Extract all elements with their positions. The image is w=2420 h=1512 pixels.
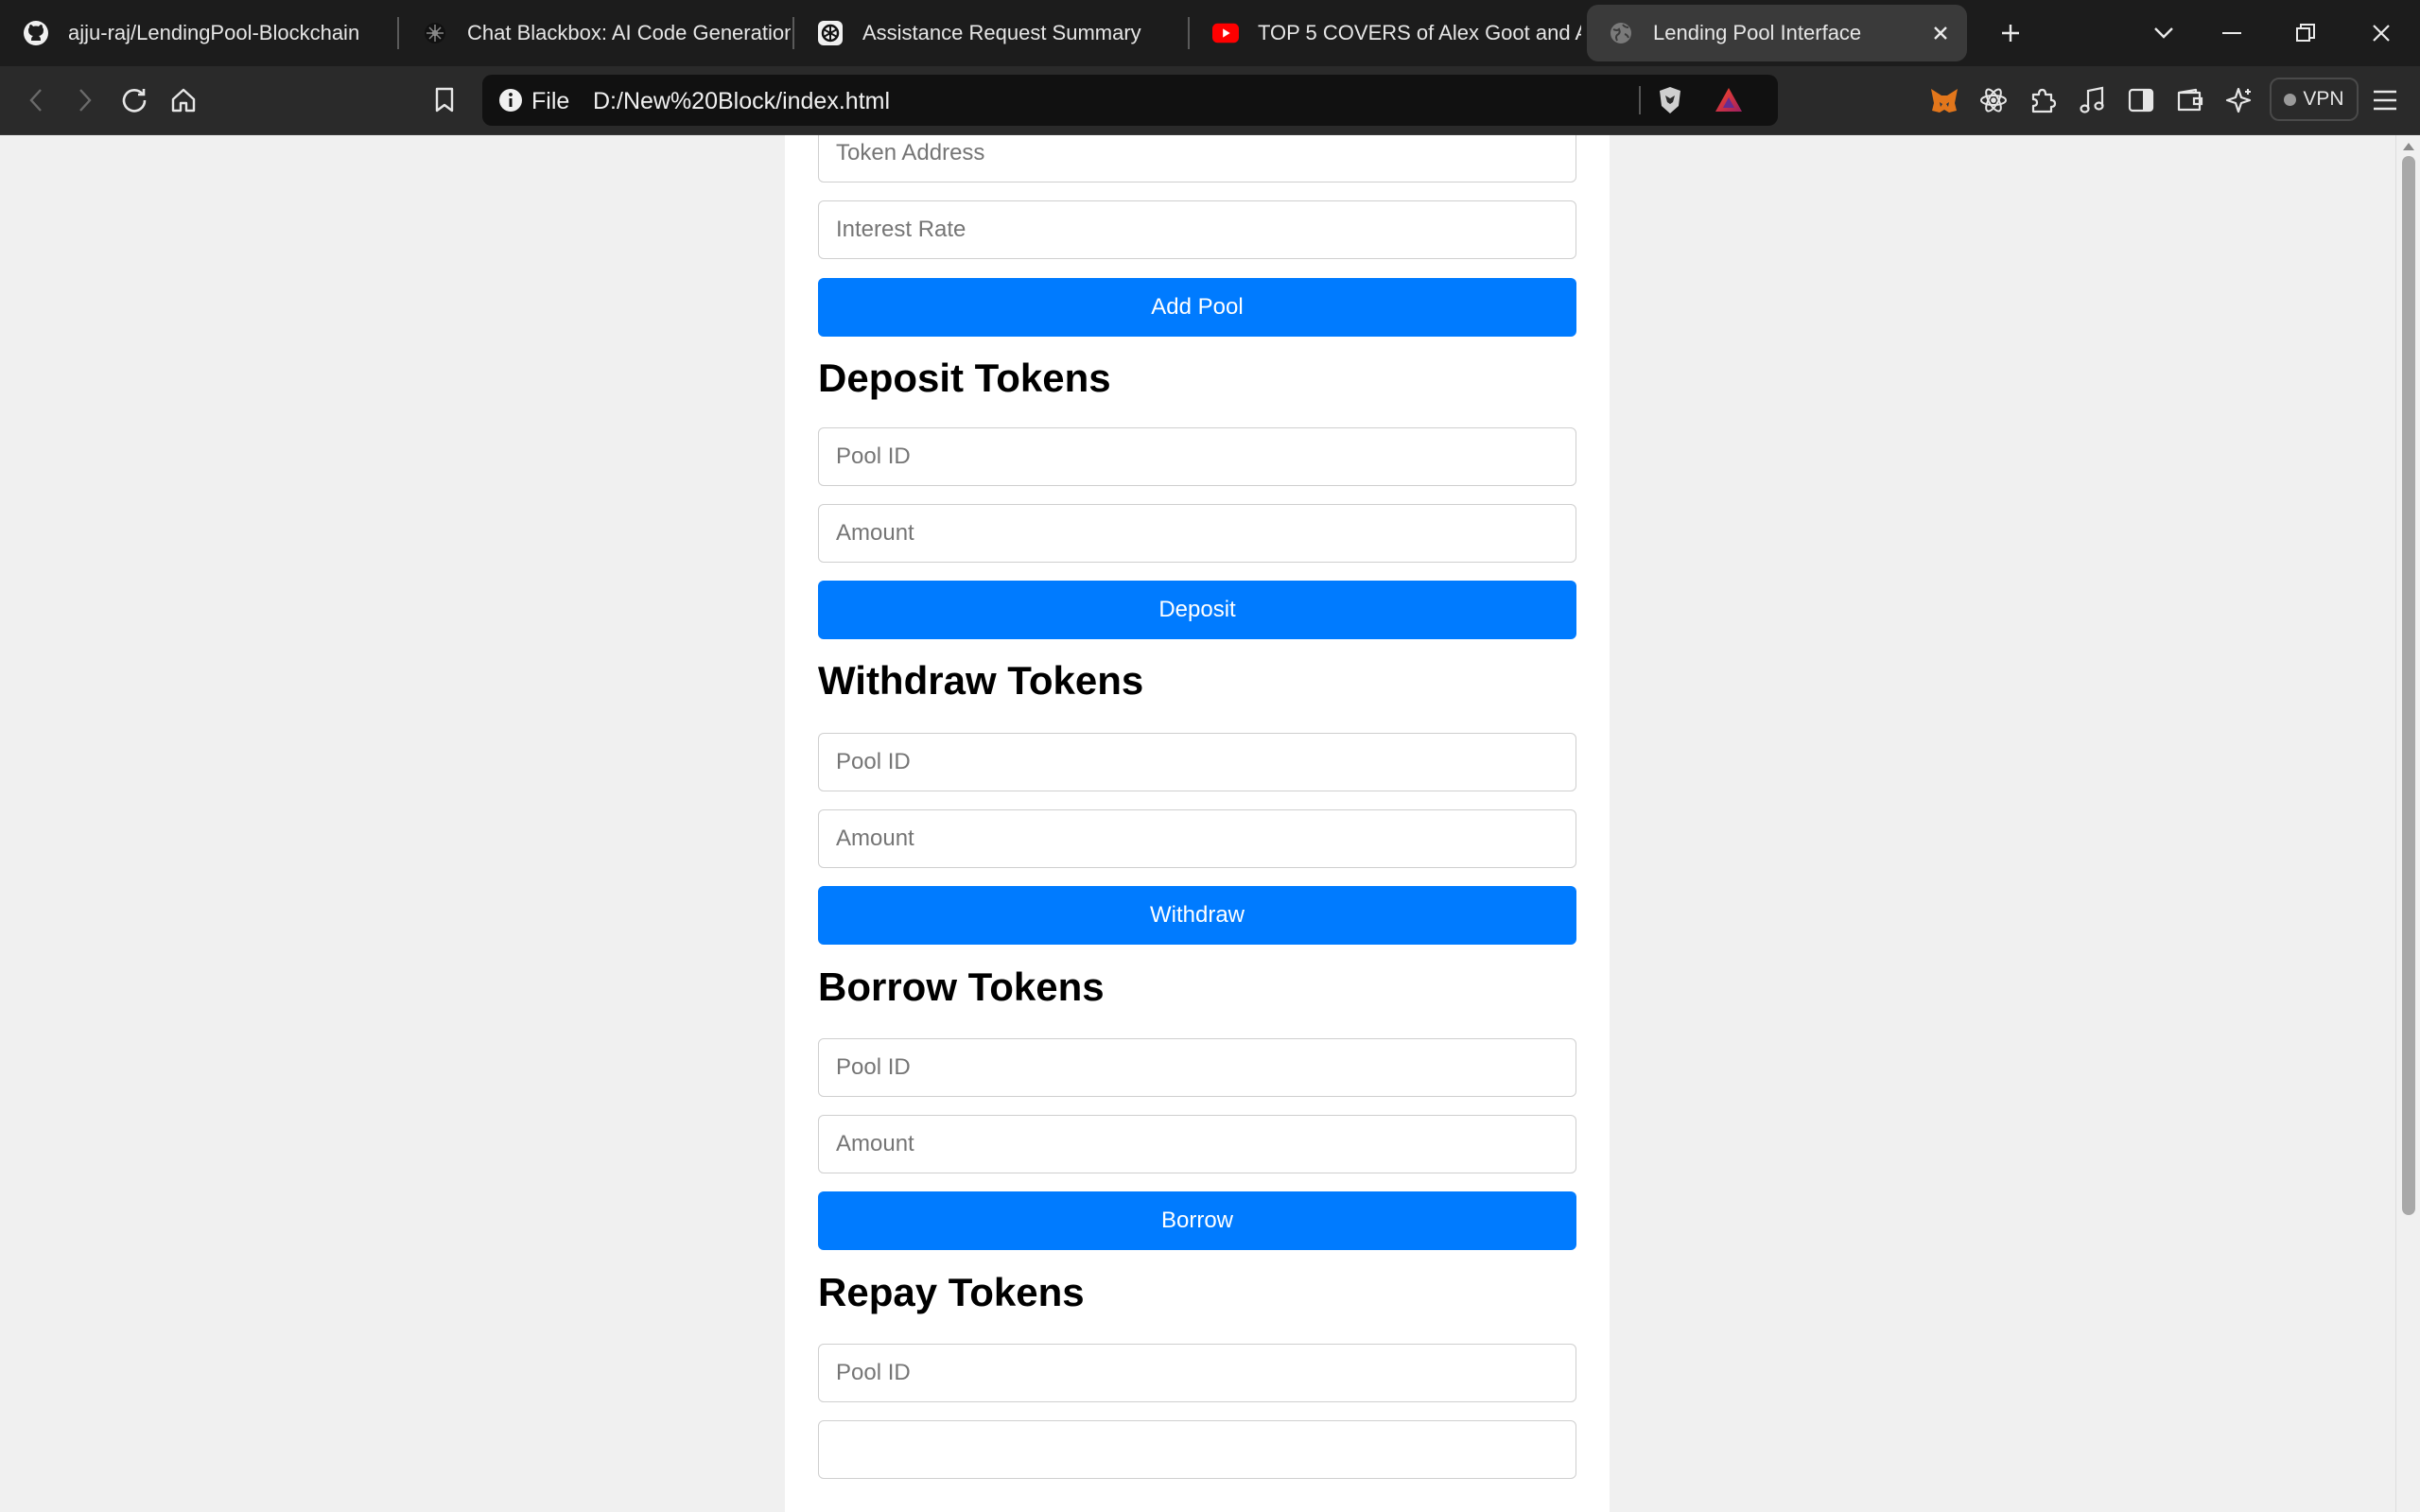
reload-icon: [122, 89, 147, 113]
deposit-button[interactable]: Deposit: [818, 581, 1576, 639]
withdraw-pool-id-input[interactable]: [818, 733, 1576, 791]
repay-amount-input[interactable]: [818, 1420, 1576, 1479]
minimize-icon: [2222, 32, 2241, 34]
tab-assistance[interactable]: Assistance Request Summary: [804, 5, 1186, 61]
scroll-up-arrow-icon[interactable]: [2403, 143, 2414, 150]
youtube-icon: [1212, 20, 1239, 46]
tab-lending-pool[interactable]: Lending Pool Interface: [1587, 5, 1967, 61]
page-scrollbar[interactable]: [2395, 135, 2420, 1512]
restore-button[interactable]: [2287, 15, 2324, 51]
interest-rate-input[interactable]: [818, 200, 1576, 259]
url-divider: [1639, 86, 1641, 114]
arrow-right-icon: [79, 89, 92, 112]
arrow-left-icon: [29, 89, 42, 112]
tab-search-button[interactable]: [2145, 15, 2183, 51]
react-devtools-icon[interactable]: [1976, 83, 2011, 117]
tab-youtube[interactable]: TOP 5 COVERS of Alex Goot and Ag: [1199, 5, 1581, 61]
page-viewport: Add Pool Deposit Tokens Deposit Withdraw…: [0, 135, 2395, 1512]
tab-title: Assistance Request Summary: [862, 21, 1141, 44]
tab-github[interactable]: ajju-raj/LendingPool-Blockchain: [11, 5, 401, 61]
home-button[interactable]: [165, 81, 202, 119]
plus-icon: [2002, 25, 2019, 42]
reload-button[interactable]: [115, 81, 153, 119]
github-icon: [23, 20, 49, 46]
bookmark-icon: [435, 87, 454, 113]
tab-title: Chat Blackbox: AI Code Generation,: [467, 21, 791, 44]
wallet-icon[interactable]: [2173, 83, 2207, 117]
forward-button[interactable]: [66, 81, 104, 119]
url-text[interactable]: D:/New%20Block/index.html: [593, 88, 890, 115]
deposit-heading: Deposit Tokens: [818, 356, 1111, 400]
token-address-input[interactable]: [818, 135, 1576, 182]
borrow-button[interactable]: Borrow: [818, 1191, 1576, 1250]
tab-separator: [1188, 17, 1190, 49]
borrow-pool-id-input[interactable]: [818, 1038, 1576, 1097]
close-tab-icon[interactable]: [1927, 20, 1954, 46]
music-note-icon[interactable]: [2075, 83, 2109, 117]
tab-title: Lending Pool Interface: [1653, 21, 1862, 44]
browser-toolbar: File D:/New%20Block/index.html VPN: [0, 66, 2420, 135]
vpn-label: VPN: [2303, 88, 2344, 110]
brave-shields-icon[interactable]: [1653, 83, 1687, 117]
scrollbar-thumb[interactable]: [2402, 156, 2415, 1215]
tab-blackbox[interactable]: Chat Blackbox: AI Code Generation,: [409, 5, 791, 61]
info-icon[interactable]: [497, 87, 524, 113]
withdraw-amount-input[interactable]: [818, 809, 1576, 868]
minimize-button[interactable]: [2213, 15, 2251, 51]
deposit-amount-input[interactable]: [818, 504, 1576, 563]
extensions-puzzle-icon[interactable]: [2026, 83, 2060, 117]
globe-icon: [1608, 20, 1634, 46]
sidebar-toggle-icon[interactable]: [2124, 83, 2158, 117]
menu-icon[interactable]: [2368, 83, 2402, 117]
lending-pool-card: Add Pool Deposit Tokens Deposit Withdraw…: [785, 135, 1610, 1512]
bookmark-button[interactable]: [426, 81, 463, 119]
leo-ai-icon[interactable]: [2222, 83, 2256, 117]
repay-heading: Repay Tokens: [818, 1270, 1085, 1314]
url-scheme-label: File: [531, 88, 570, 114]
restore-icon: [2296, 24, 2315, 42]
tab-separator: [792, 17, 794, 49]
metamask-icon[interactable]: [1927, 83, 1961, 117]
close-window-button[interactable]: [2362, 15, 2400, 51]
tab-title: ajju-raj/LendingPool-Blockchain: [68, 21, 360, 44]
close-icon: [2373, 25, 2390, 42]
borrow-amount-input[interactable]: [818, 1115, 1576, 1173]
deposit-pool-id-input[interactable]: [818, 427, 1576, 486]
borrow-heading: Borrow Tokens: [818, 965, 1105, 1009]
address-bar[interactable]: File D:/New%20Block/index.html: [482, 75, 1778, 126]
brave-rewards-icon[interactable]: [1712, 83, 1746, 117]
back-button[interactable]: [17, 81, 55, 119]
vpn-button[interactable]: VPN: [2270, 78, 2359, 121]
tab-title: TOP 5 COVERS of Alex Goot and Ag: [1258, 21, 1581, 44]
chevron-down-icon: [2154, 27, 2173, 39]
new-tab-button[interactable]: [1992, 15, 2029, 51]
tab-strip: ajju-raj/LendingPool-Blockchain Chat Bla…: [0, 0, 2420, 66]
tab-separator: [397, 17, 399, 49]
home-icon: [171, 88, 196, 113]
blackbox-icon: [422, 20, 448, 46]
withdraw-button[interactable]: Withdraw: [818, 886, 1576, 945]
withdraw-heading: Withdraw Tokens: [818, 658, 1144, 703]
openai-icon: [817, 20, 844, 46]
vpn-status-dot: [2284, 93, 2297, 106]
add-pool-button[interactable]: Add Pool: [818, 278, 1576, 337]
repay-pool-id-input[interactable]: [818, 1344, 1576, 1402]
